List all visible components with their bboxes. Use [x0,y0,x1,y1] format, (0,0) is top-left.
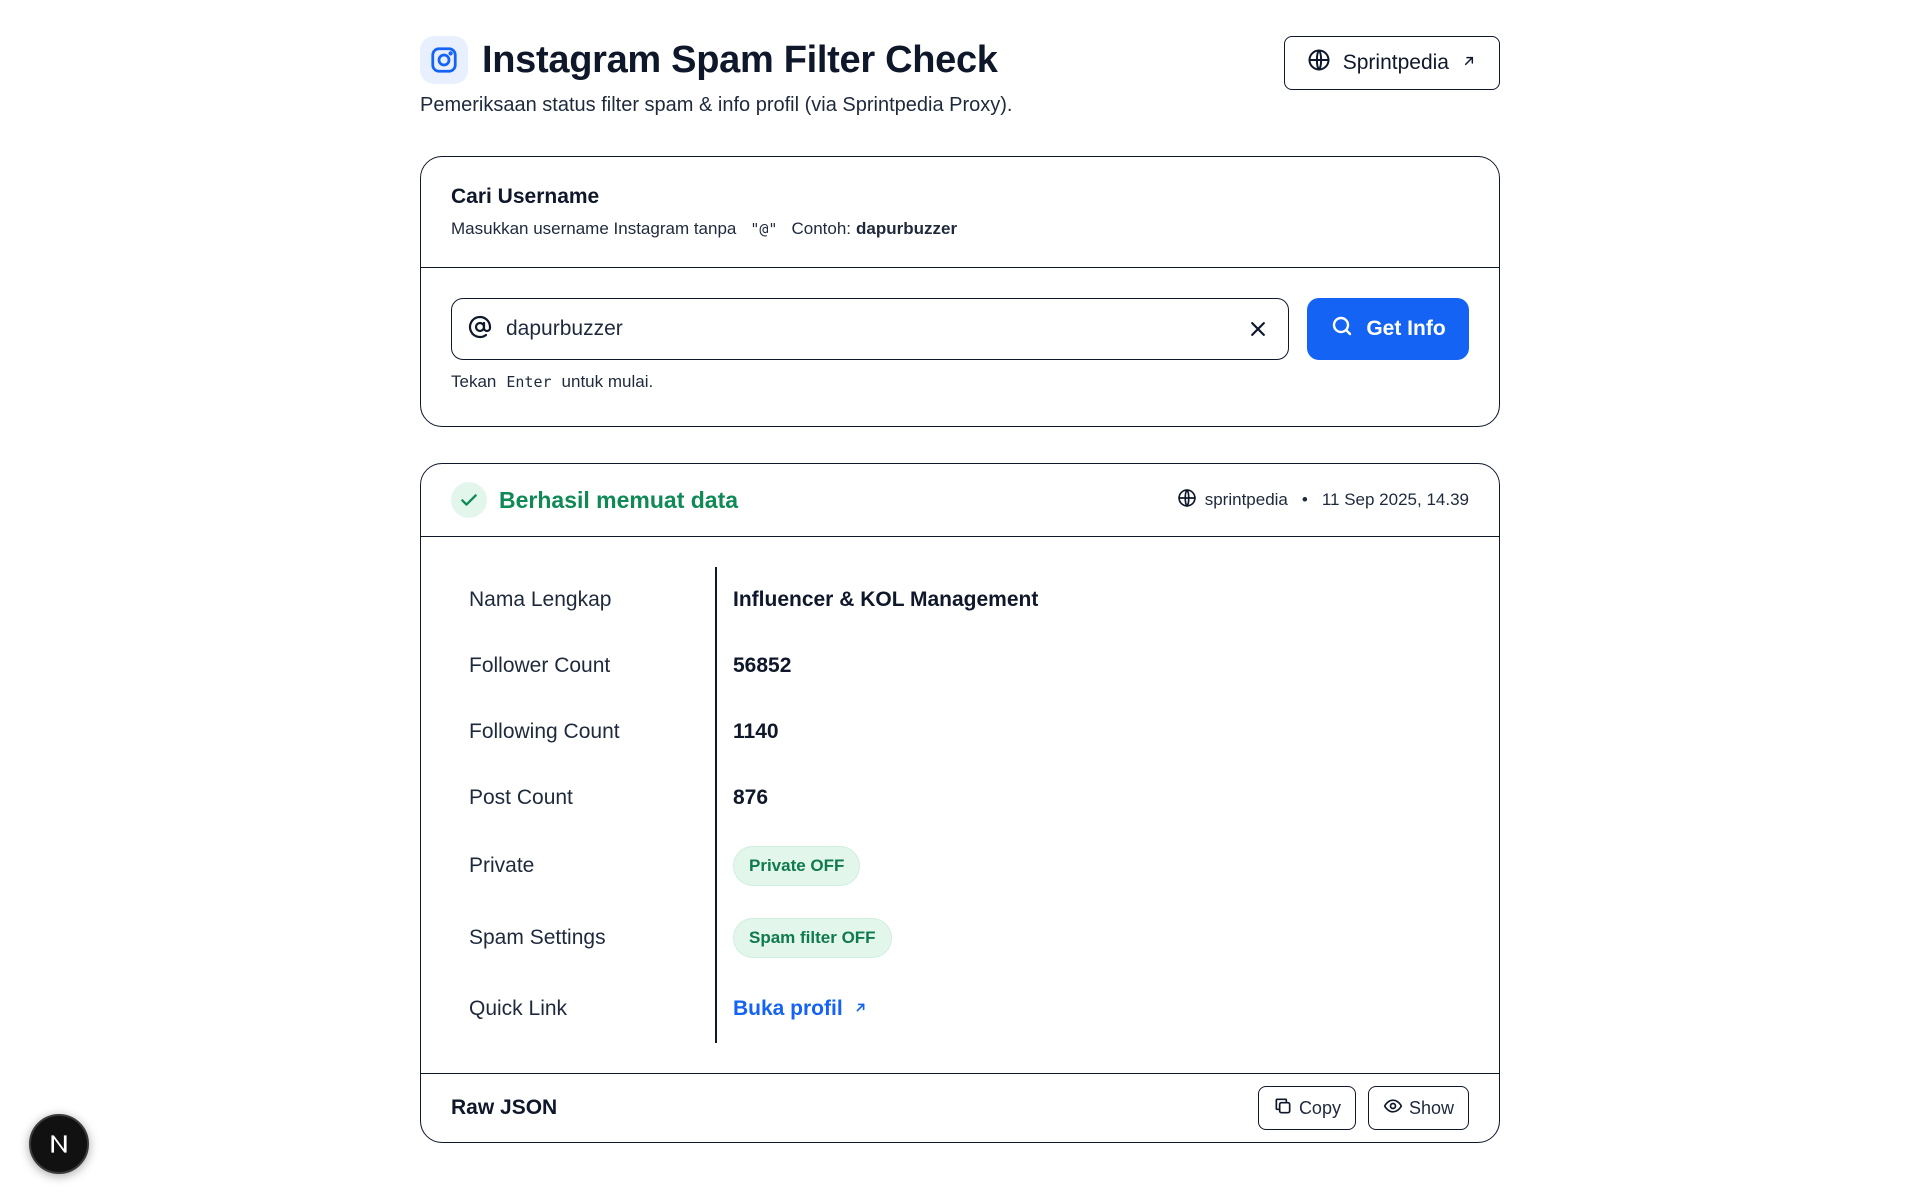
search-hint: Tekan Enter untuk mulai. [451,372,1469,392]
show-button[interactable]: Show [1367,1086,1469,1130]
info-value: Spam filter OFF [733,918,892,958]
page-title: Instagram Spam Filter Check [482,38,998,81]
search-card: Cari Username Masukkan username Instagra… [420,156,1500,427]
source-label: sprintpedia [1204,490,1288,509]
globe-icon [1307,48,1331,78]
meta-separator: • [1301,490,1308,509]
search-desc-text: Masukkan username Instagram tanpa [451,219,737,238]
page-subtitle: Pemeriksaan status filter spam & info pr… [420,94,1013,116]
result-card-header: Berhasil memuat data sprintpedia • 11 Se… [421,464,1499,537]
copy-label: Copy [1298,1097,1341,1118]
search-title: Cari Username [451,185,600,208]
enter-key: Enter [506,373,552,391]
example-value: dapurbuzzer [856,219,958,238]
close-icon[interactable] [1244,315,1272,343]
arrow-up-right-icon [853,997,868,1021]
copy-icon [1273,1096,1293,1121]
info-label: Spam Settings [469,926,606,949]
search-row: Get Info [451,298,1469,360]
n-letter-icon [51,1135,67,1153]
spam-filter-badge: Spam filter OFF [733,918,892,958]
info-row-spam-settings: Spam Settings Spam filter OFF [469,901,1451,975]
info-value: 56852 [733,654,792,677]
arrow-up-right-icon [1461,51,1477,75]
search-icon [1330,314,1354,344]
info-label: Private [469,854,535,877]
check-icon [451,482,487,518]
info-row-following-count: Following Count 1140 [469,699,1451,765]
at-code: "@" [750,220,778,238]
at-icon [468,315,492,344]
result-meta: sprintpedia • 11 Sep 2025, 14.39 [1177,488,1469,513]
page-container: Instagram Spam Filter Check Pemeriksaan … [420,36,1500,1143]
hint-suffix: untuk mulai. [561,372,654,391]
open-profile-label: Buka profil [733,997,843,1020]
search-description: Masukkan username Instagram tanpa "@" Co… [451,219,1469,239]
info-value: Influencer & KOL Management [733,588,1039,611]
username-input[interactable] [504,316,1232,342]
search-card-header: Cari Username Masukkan username Instagra… [421,157,1499,268]
info-label: Follower Count [469,654,611,677]
example-label: Contoh: [791,219,852,238]
info-label: Quick Link [469,997,568,1020]
result-card: Berhasil memuat data sprintpedia • 11 Se… [420,463,1500,1143]
info-row-follower-count: Follower Count 56852 [469,633,1451,699]
info-row-private: Private Private OFF [469,831,1451,901]
info-table: Nama Lengkap Influencer & KOL Management… [469,567,1451,1043]
globe-icon [1177,488,1197,513]
hint-prefix: Tekan [451,372,497,391]
info-value: 876 [733,786,769,809]
get-info-label: Get Info [1366,317,1446,340]
status-block: Berhasil memuat data [451,482,738,518]
search-input-wrapper[interactable] [451,298,1289,360]
get-info-button[interactable]: Get Info [1307,298,1469,360]
page-header: Instagram Spam Filter Check Pemeriksaan … [420,36,1500,156]
info-row-post-count: Post Count 876 [469,765,1451,831]
status-text: Berhasil memuat data [499,486,739,513]
show-label: Show [1408,1097,1454,1118]
info-value: Buka profil [733,997,868,1021]
table-divider [715,567,717,1043]
info-label: Following Count [469,720,620,743]
copy-button[interactable]: Copy [1257,1086,1356,1130]
info-value: 1140 [733,720,779,743]
nextjs-dev-badge[interactable] [29,1114,89,1174]
sprintpedia-link-button[interactable]: Sprintpedia [1283,36,1500,90]
private-status-badge: Private OFF [733,846,861,886]
info-label: Post Count [469,786,573,809]
instagram-icon [420,36,468,84]
info-row-quick-link: Quick Link Buka profil [469,975,1451,1043]
sprintpedia-label: Sprintpedia [1342,51,1449,74]
eye-icon [1383,1096,1403,1121]
result-card-body: Nama Lengkap Influencer & KOL Management… [421,537,1499,1073]
info-value: Private OFF [733,846,861,886]
info-row-full-name: Nama Lengkap Influencer & KOL Management [469,567,1451,633]
info-label: Nama Lengkap [469,588,612,611]
timestamp: 11 Sep 2025, 14.39 [1321,490,1469,509]
raw-json-bar: Raw JSON Copy Show [421,1073,1499,1142]
raw-json-actions: Copy Show [1257,1086,1469,1130]
raw-json-label: Raw JSON [451,1096,558,1119]
open-profile-link[interactable]: Buka profil [733,997,868,1021]
search-card-body: Get Info Tekan Enter untuk mulai. [421,268,1499,426]
